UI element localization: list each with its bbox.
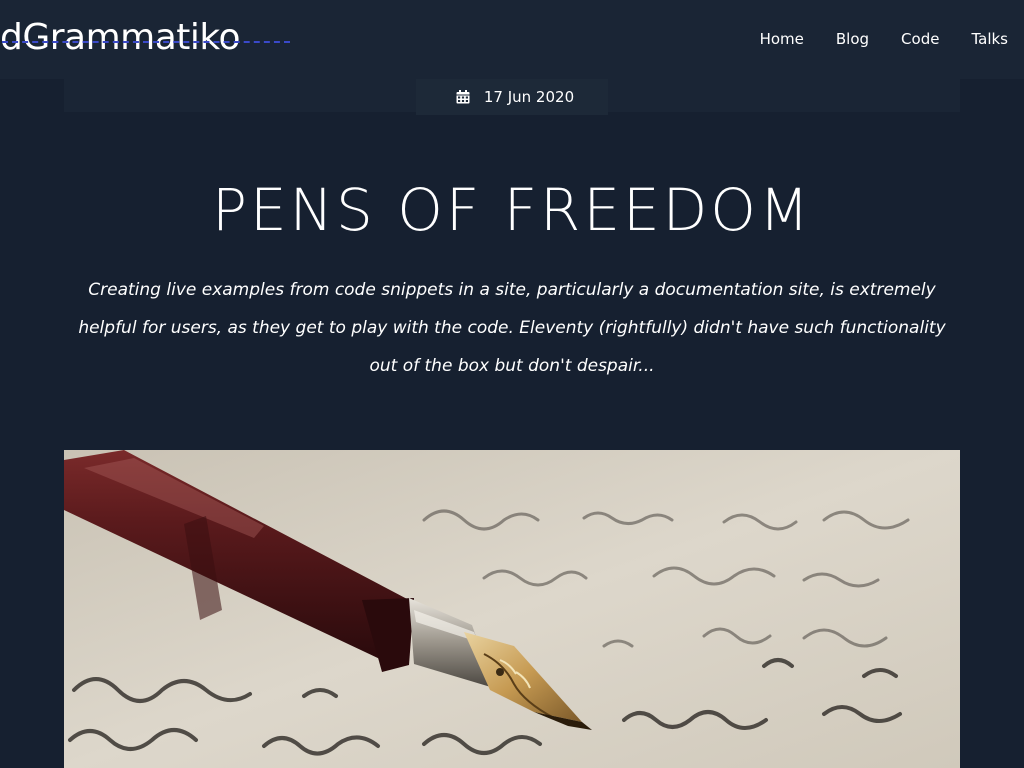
nav-link-blog[interactable]: Blog xyxy=(836,28,869,50)
site-logo-link[interactable]: dGrammatiko xyxy=(0,14,241,62)
calendar-icon xyxy=(456,90,470,104)
post-excerpt: Creating live examples from code snippet… xyxy=(78,280,946,376)
nav-link-code[interactable]: Code xyxy=(901,28,939,50)
post-date: 17 Jun 2020 xyxy=(483,88,575,106)
nav-link-home[interactable]: Home xyxy=(760,28,804,50)
logo-focus-underline xyxy=(2,41,290,43)
hero-image xyxy=(64,450,960,768)
post-date-badge: 17 Jun 2020 xyxy=(416,79,608,115)
post-title: PENS OF FREEDOM xyxy=(211,176,813,244)
site-header: dGrammatiko Home Blog Code Talks xyxy=(0,0,1024,79)
fountain-pen-on-handwritten-letter-image xyxy=(64,450,960,768)
nav-link-talks[interactable]: Talks xyxy=(971,28,1008,50)
main-nav: Home Blog Code Talks xyxy=(728,28,1008,50)
